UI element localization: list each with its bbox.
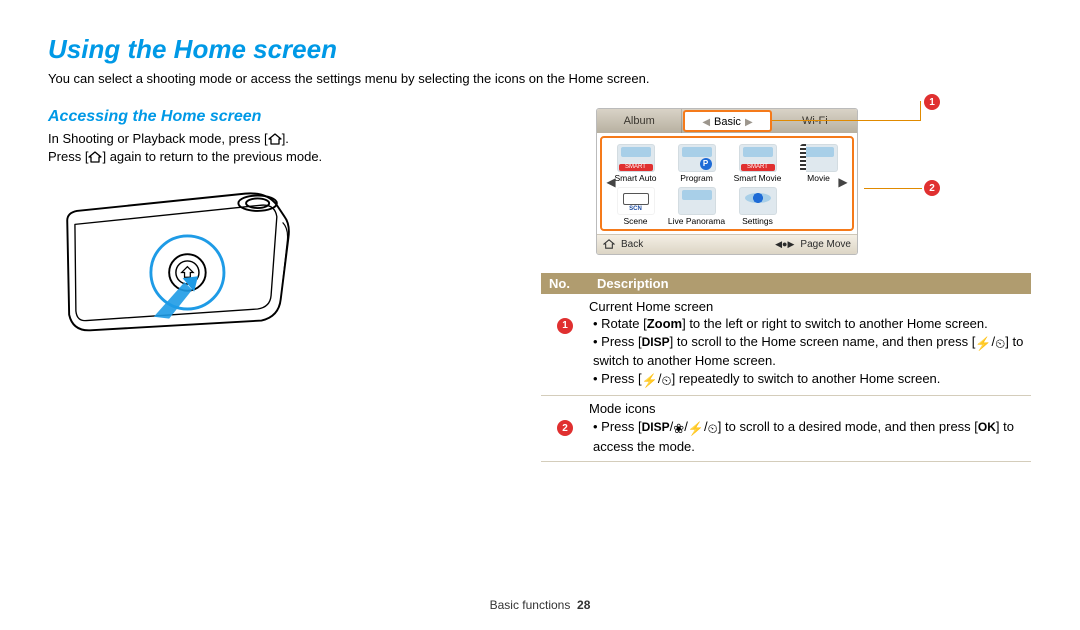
home-icon — [603, 239, 615, 249]
tab-album[interactable]: Album — [597, 109, 682, 133]
mode-smart-movie[interactable]: SMARTSmart Movie — [728, 144, 787, 183]
camera-illustration — [48, 184, 298, 341]
section-heading: Accessing the Home screen — [48, 108, 493, 126]
home-screen-screenshot: Album ◀Basic▶ Wi-Fi ◀ ▶ SMARTSmart Auto … — [596, 108, 858, 255]
flash-icon: ⚡ — [688, 420, 704, 438]
mode-live-panorama[interactable]: Live Panorama — [667, 187, 726, 226]
timer-icon: ⏲ — [995, 335, 1005, 353]
mode-scene[interactable]: Scene — [606, 187, 665, 226]
table-row: 2 Mode icons Press [DISP/❀/⚡/⏲] to scrol… — [541, 396, 1031, 462]
chevron-right-icon: ▶ — [741, 117, 757, 128]
page-next-icon[interactable]: ▶ — [838, 175, 848, 191]
callout-2: 2 — [924, 180, 940, 196]
pagemove-icon: ◀●▶ — [775, 239, 794, 250]
tab-basic[interactable]: ◀Basic▶ — [683, 110, 771, 132]
page-title: Using the Home screen — [48, 34, 1032, 65]
timer-icon: ⏲ — [708, 420, 718, 438]
page-footer: Basic functions 28 — [0, 598, 1080, 612]
callout-1: 1 — [924, 94, 940, 110]
flash-icon: ⚡ — [975, 335, 991, 353]
ok-button-label: OK — [978, 420, 996, 434]
disp-button-label: DISP — [642, 335, 670, 349]
mode-program[interactable]: Program — [667, 144, 726, 183]
table-row: 1 Current Home screen Rotate [Zoom] to t… — [541, 294, 1031, 397]
body-text: In Shooting or Playback mode, press []. … — [48, 130, 493, 166]
timer-icon: ⏲ — [661, 372, 671, 390]
row-number-2: 2 — [557, 420, 573, 436]
mode-settings[interactable]: Settings — [728, 187, 787, 226]
pagemove-label: Page Move — [800, 239, 851, 250]
table-header-no: No. — [541, 273, 589, 294]
row-number-1: 1 — [557, 318, 573, 334]
intro-text: You can select a shooting mode or access… — [48, 71, 1032, 86]
home-icon — [88, 151, 102, 163]
disp-button-label: DISP — [642, 420, 670, 434]
macro-icon: ❀ — [673, 420, 684, 438]
flash-icon: ⚡ — [642, 372, 658, 390]
back-label[interactable]: Back — [621, 239, 643, 250]
description-table: No. Description 1 Current Home screen Ro… — [541, 273, 1031, 462]
tab-wifi[interactable]: Wi-Fi — [773, 109, 857, 133]
page-prev-icon[interactable]: ◀ — [606, 175, 616, 191]
table-header-desc: Description — [589, 273, 1031, 294]
chevron-left-icon: ◀ — [698, 117, 714, 128]
home-icon — [268, 133, 282, 145]
